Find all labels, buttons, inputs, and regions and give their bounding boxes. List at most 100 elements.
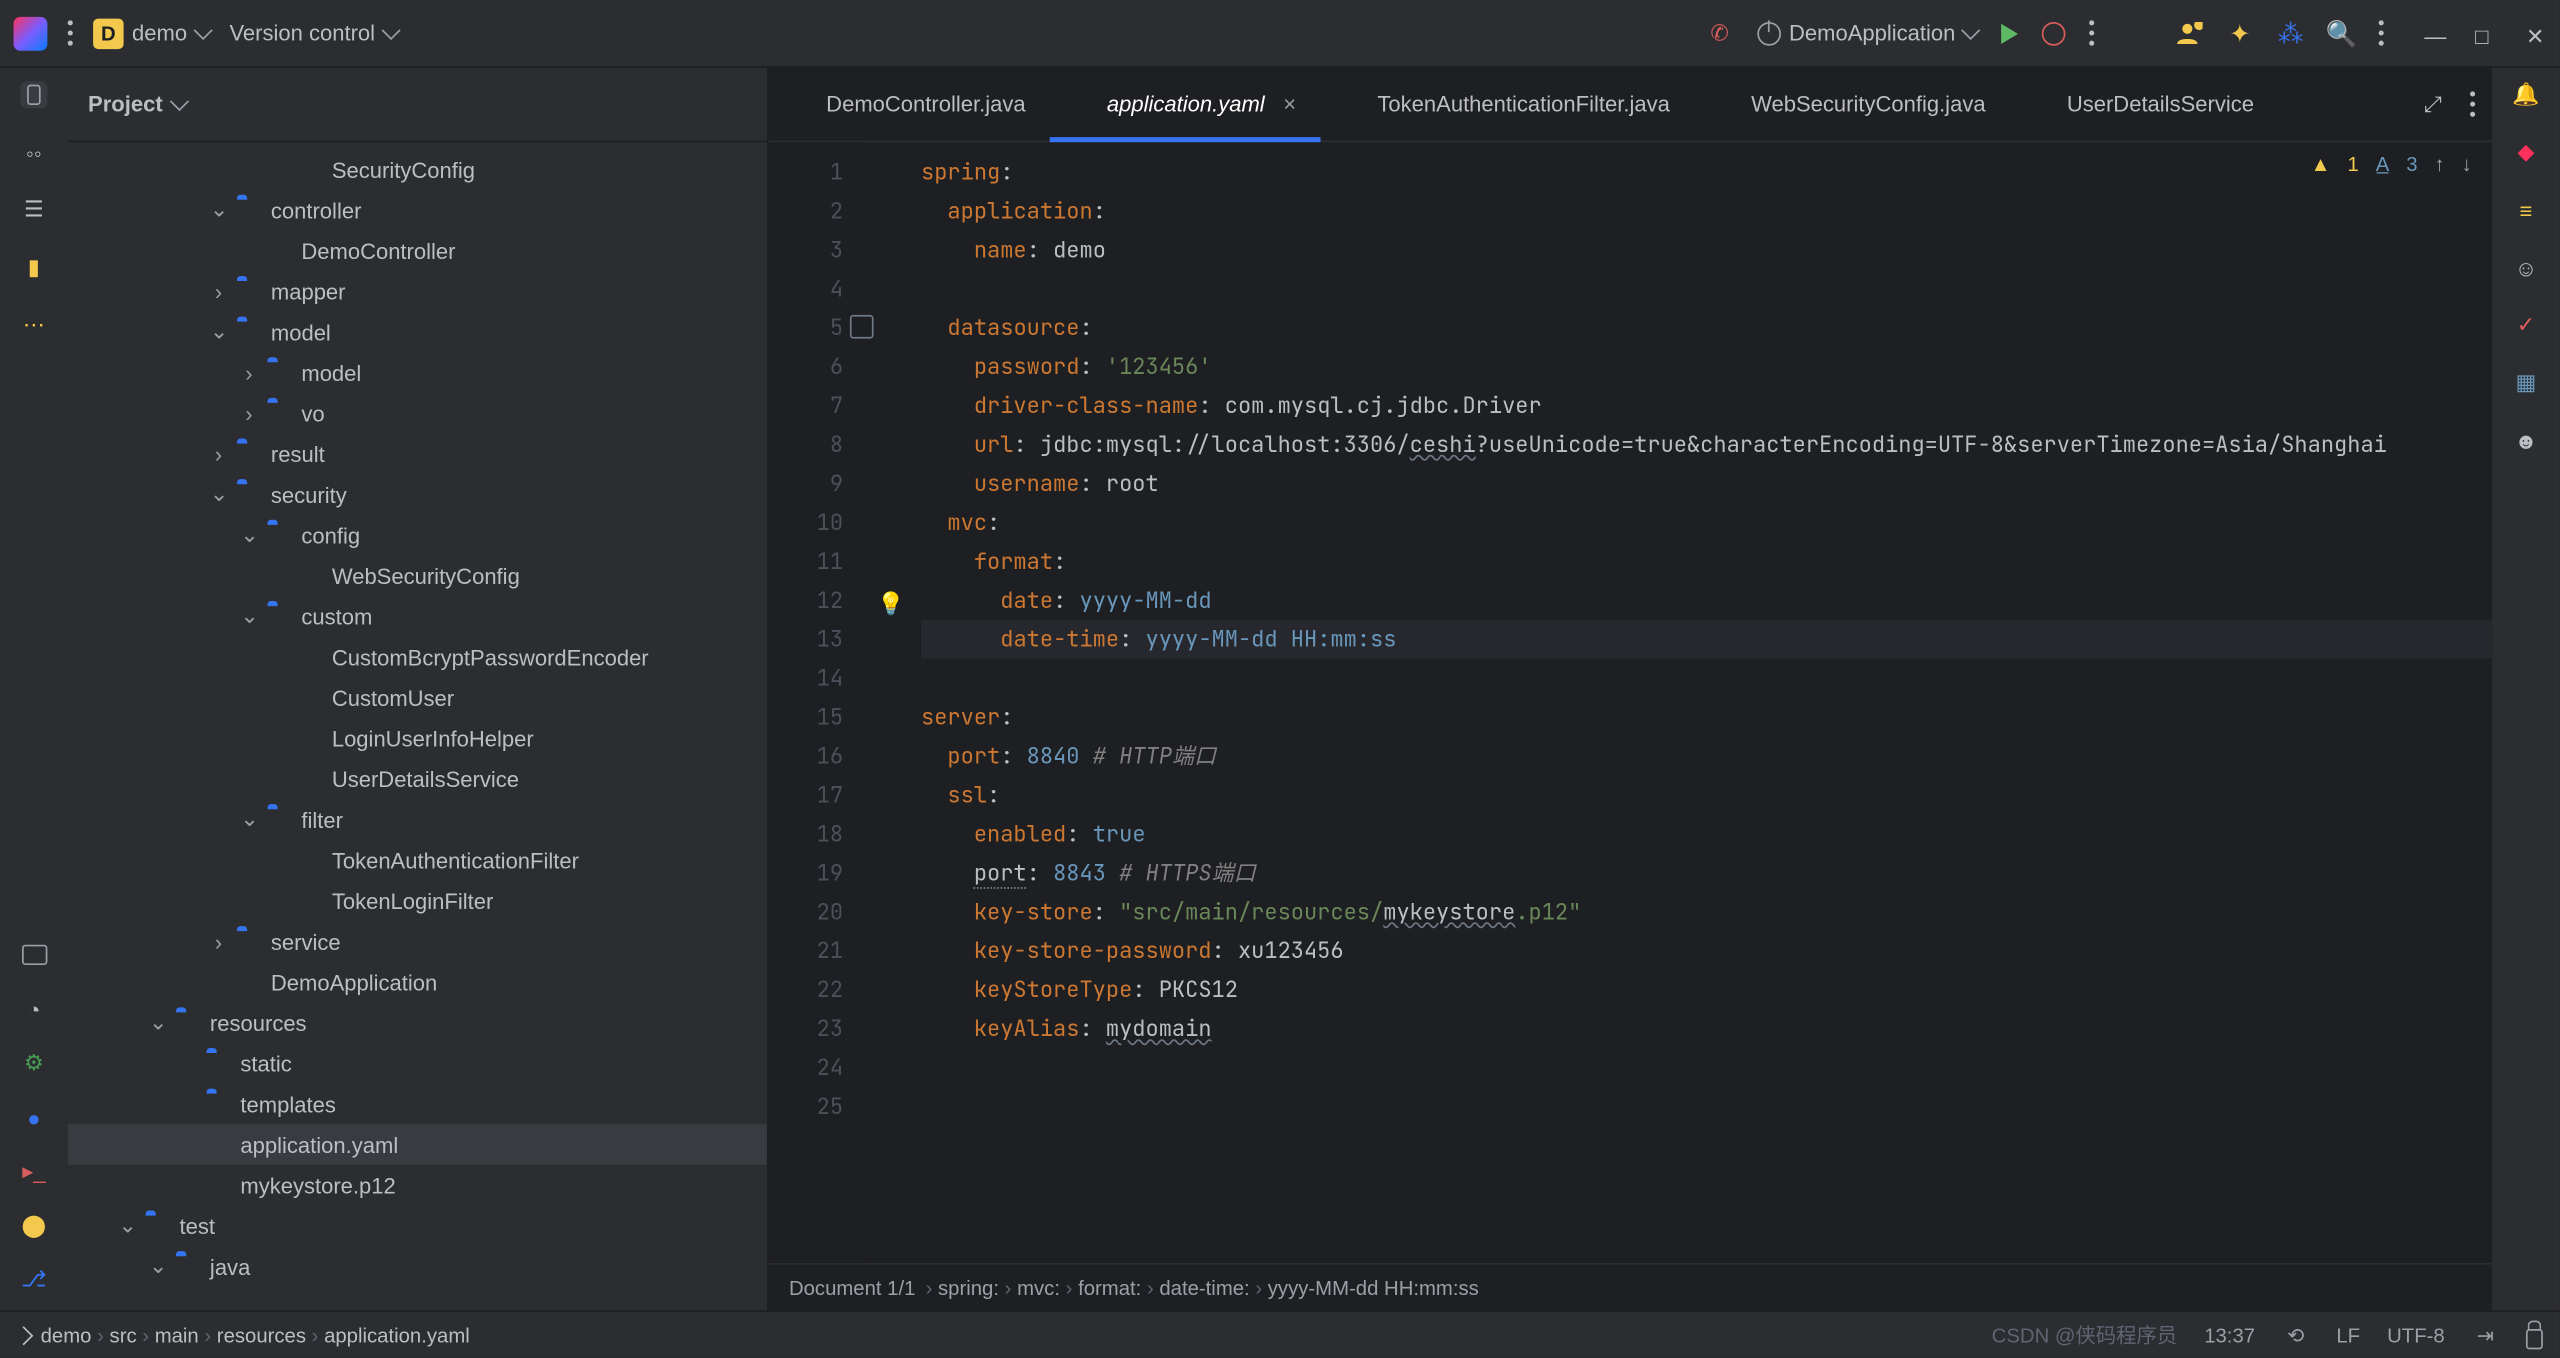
project-tree[interactable]: SecurityConfig⌄controllerDemoController›… (68, 142, 767, 1310)
readonly-icon[interactable] (2526, 1328, 2543, 1348)
nav-segment[interactable]: resources (217, 1323, 306, 1347)
tree-item[interactable]: ⌄resources (68, 1002, 767, 1043)
ai-assistant-button[interactable]: ◆ (2512, 139, 2539, 166)
more-run-icon[interactable] (2089, 20, 2094, 45)
tree-item[interactable]: ›model (68, 352, 767, 393)
prev-highlight-icon[interactable]: ↑ (2435, 152, 2445, 176)
editor-tab[interactable]: WebSecurityConfig.java (1694, 68, 2010, 141)
settings-menu-icon[interactable] (2379, 20, 2384, 45)
maximize-button[interactable]: □ (2475, 23, 2495, 43)
intention-bulb-icon[interactable]: 💡 (877, 584, 904, 623)
commit-tool-button[interactable]: ◦◦ (20, 139, 47, 166)
copilot-chat-button[interactable]: ☻ (2512, 427, 2539, 454)
tree-item[interactable]: ⌄test (68, 1205, 767, 1246)
expander-icon[interactable]: ⌄ (119, 1212, 136, 1239)
maven-tool-button[interactable]: ✓ (2512, 312, 2539, 339)
project-selector[interactable]: D demo (93, 18, 209, 48)
expander-icon[interactable]: ⌄ (149, 1253, 166, 1280)
endpoints-tool-button[interactable]: ▦ (2512, 369, 2539, 396)
notifications-tool-button[interactable]: 🔔 (2512, 81, 2539, 108)
expander-icon[interactable]: ⌄ (210, 481, 227, 508)
nav-segment[interactable]: application.yaml (324, 1323, 470, 1347)
minimize-button[interactable]: — (2424, 23, 2444, 43)
crumb-segment[interactable]: mvc: (1017, 1276, 1060, 1300)
copilot-tool-button[interactable]: ☺ (2512, 254, 2539, 281)
expander-icon[interactable]: › (240, 360, 257, 385)
search-icon[interactable]: 🔍 (2328, 19, 2355, 46)
project-tool-button[interactable] (20, 81, 47, 108)
expander-icon[interactable]: ⌄ (149, 1009, 166, 1036)
database-tool-button[interactable]: ≡ (2512, 196, 2539, 223)
terminal-tool-button[interactable]: ▸_ (20, 1158, 47, 1185)
structure-tool-button[interactable]: ☰ (20, 196, 47, 223)
expander-icon[interactable]: ⌄ (210, 318, 227, 345)
services-tool-button[interactable]: ⚙ (20, 1050, 47, 1077)
tree-item[interactable]: WebSecurityConfig (68, 555, 767, 596)
tree-item[interactable]: ⌄security (68, 474, 767, 515)
tree-item[interactable]: TokenAuthenticationFilter (68, 840, 767, 881)
tree-item[interactable]: SecurityConfig (68, 149, 767, 190)
nav-segment[interactable]: src (110, 1323, 137, 1347)
expander-icon[interactable]: ⌄ (240, 603, 257, 630)
main-menu-icon[interactable] (68, 20, 73, 45)
tree-item[interactable]: templates (68, 1084, 767, 1125)
expander-icon[interactable]: › (240, 400, 257, 425)
expander-icon[interactable]: ⌄ (240, 521, 257, 548)
inspection-widget[interactable]: ▲1 A̲3 ↑ ↓ (2310, 152, 2471, 176)
tree-item[interactable]: DemoController (68, 230, 767, 271)
expander-icon[interactable]: › (210, 441, 227, 466)
ai-icon[interactable]: ⁂ (2277, 19, 2304, 46)
more-tool-button[interactable]: ⋯ (20, 312, 47, 339)
editor-gutter[interactable]: 1234567891011121314151617181920212223242… (769, 142, 867, 1263)
tree-item[interactable]: LoginUserInfoHelper (68, 718, 767, 759)
phone-missed-icon[interactable]: ✆ (1706, 19, 1733, 46)
status-encoding[interactable]: UTF-8 (2387, 1323, 2445, 1347)
nav-path[interactable]: demo › src › main › resources › applicat… (41, 1323, 470, 1347)
tree-item[interactable]: ›result (68, 433, 767, 474)
expander-icon[interactable]: › (210, 278, 227, 303)
tree-item[interactable]: ⌄java (68, 1246, 767, 1287)
tree-item[interactable]: mykeystore.p12 (68, 1165, 767, 1206)
profiler-tool-button[interactable]: ◔ (20, 995, 47, 1022)
tree-item[interactable]: CustomUser (68, 677, 767, 718)
tools-icon[interactable]: ✦ (2226, 19, 2253, 46)
tree-item[interactable]: ⌄controller (68, 190, 767, 231)
tree-item[interactable]: ›mapper (68, 271, 767, 312)
editor-tab[interactable]: TokenAuthenticationFilter.java (1320, 68, 1694, 141)
code-with-me-icon[interactable] (2176, 19, 2203, 46)
bookmarks-tool-button[interactable]: ▮ (20, 254, 47, 281)
tree-item[interactable]: ⌄custom (68, 596, 767, 637)
lua-tool-button[interactable]: ● (20, 1104, 47, 1131)
tree-item[interactable]: ›vo (68, 393, 767, 434)
git-tool-button[interactable]: ⎇ (20, 1266, 47, 1293)
indent-icon[interactable]: ⇥ (2472, 1321, 2499, 1348)
sync-icon[interactable]: ⟲ (2282, 1321, 2309, 1348)
editor-tab[interactable]: UserDetailsService (2009, 68, 2277, 141)
close-tab-icon[interactable]: × (1283, 91, 1296, 116)
tree-item[interactable]: DemoApplication (68, 962, 767, 1003)
expand-tabs-icon[interactable]: ⤢ (2419, 91, 2446, 118)
tree-item[interactable]: application.yaml (68, 1124, 767, 1165)
tree-item[interactable]: ⌄filter (68, 799, 767, 840)
tree-item[interactable]: ›service (68, 921, 767, 962)
expander-icon[interactable]: › (210, 929, 227, 954)
tree-item[interactable]: ⌄config (68, 515, 767, 556)
run-config-selector[interactable]: DemoApplication (1757, 20, 1978, 45)
tab-options-icon[interactable] (2470, 91, 2475, 116)
editor-tab[interactable]: DemoController.java (769, 68, 1050, 141)
next-highlight-icon[interactable]: ↓ (2462, 152, 2472, 176)
chevron-right-icon[interactable] (14, 1325, 33, 1344)
run-button[interactable] (2001, 23, 2018, 43)
nav-segment[interactable]: main (155, 1323, 199, 1347)
close-button[interactable]: ✕ (2526, 23, 2546, 43)
crumb-segment[interactable]: yyyy-MM-dd HH:mm:ss (1268, 1276, 1479, 1300)
tree-item[interactable]: TokenLoginFilter (68, 880, 767, 921)
expander-icon[interactable]: ⌄ (240, 806, 257, 833)
debug-button[interactable] (2042, 21, 2066, 45)
nav-segment[interactable]: demo (41, 1323, 92, 1347)
editor-breadcrumbs[interactable]: Document 1/1 › spring: › mvc: › format: … (769, 1263, 2492, 1310)
project-view-label[interactable]: Project (88, 91, 163, 116)
problems-tool-button[interactable]: ⬤ (20, 1212, 47, 1239)
editor-tab[interactable]: application.yaml× (1049, 68, 1320, 141)
status-line-sep[interactable]: LF (2336, 1323, 2360, 1347)
